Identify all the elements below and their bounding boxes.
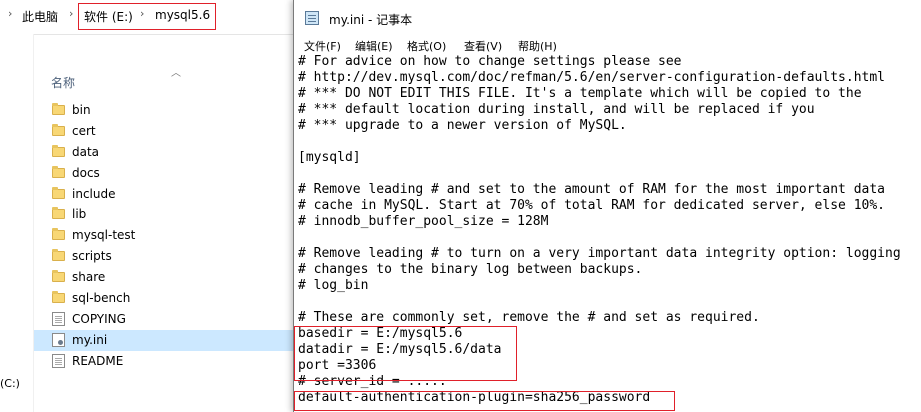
- folder-icon: [52, 270, 65, 283]
- text-line: # log_bin: [298, 278, 369, 293]
- sort-up-icon: ︿: [171, 68, 181, 79]
- text-line: [298, 134, 901, 150]
- text-line: [298, 166, 901, 182]
- text-line: # cache in MySQL. Start at 70% of total …: [298, 198, 885, 213]
- menu-view[interactable]: 查看(V): [464, 38, 502, 54]
- menu-help[interactable]: 帮助(H): [518, 38, 557, 54]
- menu-file[interactable]: 文件(F): [304, 38, 341, 54]
- menu-bar: 文件(F) 编辑(E) 格式(O) 查看(V) 帮助(H): [294, 36, 921, 54]
- file-item-share[interactable]: share: [34, 267, 296, 288]
- text-line: [mysqld]: [298, 150, 361, 165]
- navigation-pane: (C:): [0, 34, 34, 412]
- file-item-bin[interactable]: bin: [34, 100, 296, 121]
- notepad-window: my.ini - 记事本 文件(F) 编辑(E) 格式(O) 查看(V) 帮助(…: [293, 0, 921, 412]
- address-highlight-box: [78, 3, 216, 30]
- text-editor[interactable]: # For advice on how to change settings p…: [294, 54, 921, 412]
- file-item-label: scripts: [72, 249, 112, 264]
- file-item-sql-bench[interactable]: sql-bench: [34, 288, 296, 309]
- address-bar[interactable]: › 此电脑 › 软件 (E:) › mysql5.6: [0, 0, 300, 35]
- text-line: # *** upgrade to a newer version of MySQ…: [298, 118, 627, 133]
- file-item-label: COPYING: [72, 311, 126, 326]
- file-item-mysql-test[interactable]: mysql-test: [34, 225, 296, 246]
- nav-drive-c[interactable]: (C:): [0, 377, 20, 390]
- file-item-label: data: [72, 144, 100, 159]
- folder-icon: [52, 249, 65, 262]
- notepad-icon: [305, 11, 319, 25]
- column-header[interactable]: 名称 ︿: [34, 64, 294, 96]
- auth-plugin-highlight-box: [294, 391, 675, 411]
- title-bar[interactable]: my.ini - 记事本: [294, 0, 921, 36]
- folder-icon: [52, 165, 65, 178]
- folder-icon: [52, 123, 65, 136]
- text-line: [298, 230, 901, 246]
- folder-icon: [52, 291, 65, 304]
- text-line: # changes to the binary log between back…: [298, 262, 643, 277]
- file-item-label: docs: [72, 165, 100, 180]
- folder-icon: [52, 228, 65, 241]
- file-item-my-ini[interactable]: my.ini: [34, 329, 296, 351]
- file-item-label: include: [72, 186, 116, 201]
- file-item-label: my.ini: [72, 332, 108, 347]
- folder-icon: [52, 207, 65, 220]
- breadcrumb-this-pc[interactable]: 此电脑: [22, 8, 58, 25]
- file-item-label: README: [72, 353, 124, 368]
- text-line: # innodb_buffer_pool_size = 128M: [298, 214, 549, 229]
- chevron-right-icon: ›: [69, 7, 74, 20]
- file-item-cert[interactable]: cert: [34, 121, 296, 142]
- document-icon: [52, 311, 65, 326]
- menu-format[interactable]: 格式(O): [407, 38, 446, 54]
- file-item-data[interactable]: data: [34, 142, 296, 163]
- file-item-label: sql-bench: [72, 291, 131, 306]
- text-line: # *** default location during install, a…: [298, 102, 815, 117]
- text-line: # For advice on how to change settings p…: [298, 54, 682, 69]
- document-icon: [52, 353, 65, 368]
- file-item-copying[interactable]: COPYING: [34, 309, 296, 330]
- text-line: # http://dev.mysql.com/doc/refman/5.6/en…: [298, 70, 885, 85]
- file-item-docs[interactable]: docs: [34, 163, 296, 184]
- file-item-include[interactable]: include: [34, 184, 296, 205]
- file-item-label: share: [72, 270, 106, 285]
- text-line: [298, 294, 901, 310]
- config-highlight-box: [294, 326, 517, 381]
- folder-icon: [52, 186, 65, 199]
- window-title: my.ini - 记事本: [329, 13, 413, 27]
- file-item-label: cert: [72, 123, 96, 138]
- folder-icon: [52, 144, 65, 157]
- file-item-lib[interactable]: lib: [34, 204, 296, 225]
- file-list: bin cert data docs include lib mysql-test scrip…: [34, 100, 296, 372]
- file-item-readme[interactable]: README: [34, 351, 296, 372]
- text-line: # These are commonly set, remove the # a…: [298, 310, 760, 325]
- text-line: # *** DO NOT EDIT THIS FILE. It's a temp…: [298, 86, 862, 101]
- text-line: # Remove leading # to turn on a very imp…: [298, 246, 901, 261]
- folder-icon: [52, 103, 65, 115]
- column-header-name[interactable]: 名称: [51, 74, 75, 91]
- file-item-scripts[interactable]: scripts: [34, 246, 296, 267]
- menu-edit[interactable]: 编辑(E): [355, 38, 393, 54]
- file-item-label: mysql-test: [72, 228, 136, 243]
- file-item-label: bin: [72, 103, 91, 117]
- settings-file-icon: [52, 332, 65, 347]
- file-item-label: lib: [72, 207, 87, 222]
- text-line: # Remove leading # and set to the amount…: [298, 182, 885, 197]
- chevron-right-icon: ›: [8, 7, 13, 20]
